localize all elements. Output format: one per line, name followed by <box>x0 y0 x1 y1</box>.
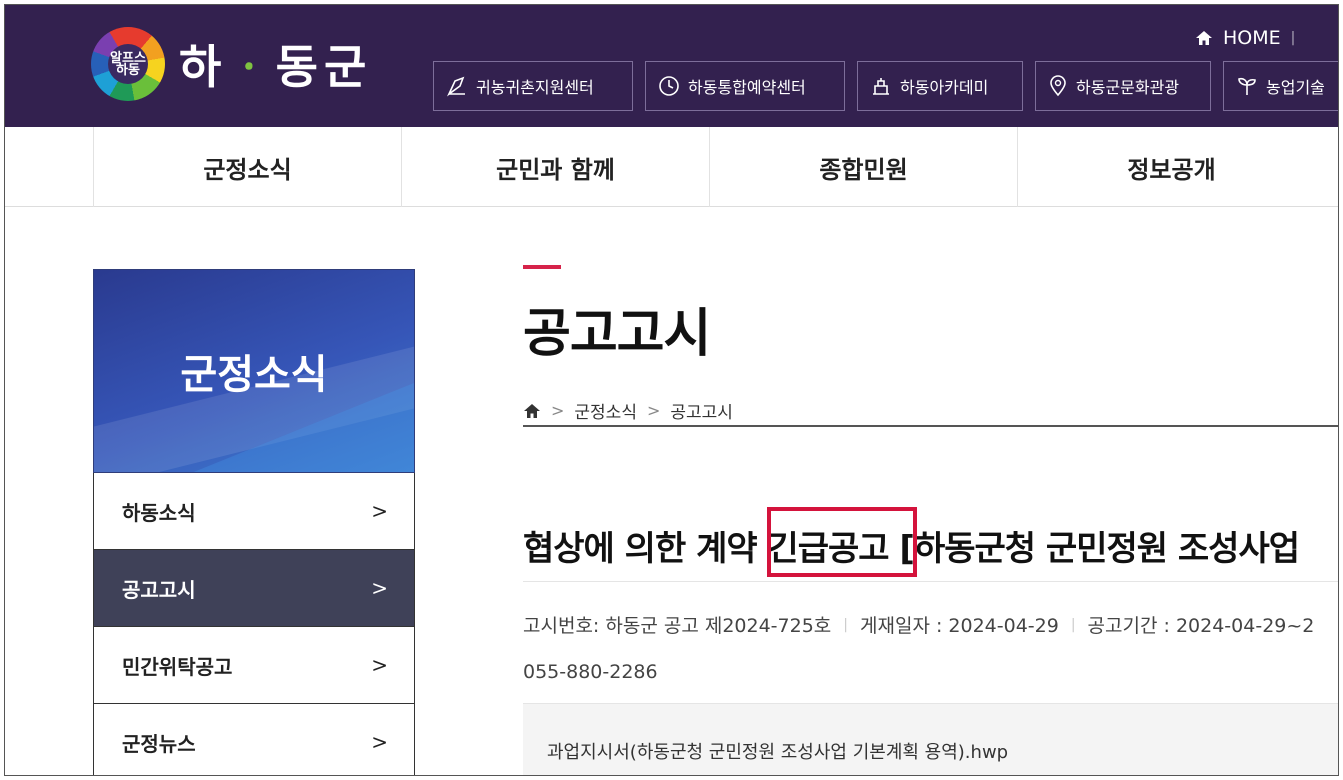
quick-link-label: 귀농귀촌지원센터 <box>476 78 594 97</box>
highlight-box <box>767 507 917 577</box>
nav-item-with-citizens[interactable]: 군민과 함께 <box>401 127 709 207</box>
sidebar-item-label: 공고고시 <box>122 577 196 602</box>
emblem-icon: 알프스 하동 <box>91 27 165 101</box>
main-navigation: 군정소식 군민과 함께 종합민원 정보공개 <box>5 127 1338 207</box>
sidebar-item-notices[interactable]: 공고고시 > <box>93 550 415 627</box>
divider <box>523 581 1338 582</box>
page-title: 공고고시 <box>523 304 711 364</box>
sidebar: 군정소식 하동소식 > 공고고시 > 민간위탁공고 > 군정뉴스 > <box>93 269 415 775</box>
sidebar-item-hadong-news[interactable]: 하동소식 > <box>93 473 415 550</box>
divider: | <box>1070 616 1076 633</box>
sidebar-item-county-press[interactable]: 군정뉴스 > <box>93 704 415 775</box>
quick-link-label: 농업기술 <box>1266 78 1325 97</box>
quick-link-agri-tech[interactable]: 농업기술 <box>1223 61 1338 111</box>
sidebar-item-label: 민간위탁공고 <box>122 654 233 679</box>
home-icon[interactable] <box>523 403 541 419</box>
quick-link-label: 하동아카데미 <box>900 78 989 97</box>
chevron-right-icon: > <box>371 576 388 600</box>
breadcrumb-item[interactable]: 군정소식 <box>574 398 637 423</box>
sidebar-title: 군정소식 <box>180 352 328 398</box>
breadcrumb-item[interactable]: 공고고시 <box>670 398 733 423</box>
site-logo[interactable]: 알프스 하동 하ㆍ동군 <box>91 27 372 101</box>
attachment-link[interactable]: 과업지시서(하동군청 군민정원 조성사업 기본계획 용역).hwp <box>547 742 1008 763</box>
nav-item-civil-service[interactable]: 종합민원 <box>709 127 1017 207</box>
divider <box>523 425 1338 427</box>
quick-link-label: 하동통합예약센터 <box>688 78 806 97</box>
post-meta: 고시번호: 하동군 공고 제2024-725호 | 게재일자 : 2024-04… <box>523 611 1314 638</box>
breadcrumb: > 군정소식 > 공고고시 <box>523 398 1338 423</box>
nav-item-information[interactable]: 정보공개 <box>1017 127 1325 207</box>
quick-link-academy[interactable]: 하동아카데미 <box>857 61 1023 111</box>
contact-phone: 055-880-2286 <box>523 661 658 683</box>
quick-link-return-farm[interactable]: 귀농귀촌지원센터 <box>433 61 633 111</box>
logo-wordmark: 하ㆍ동군 <box>179 40 373 94</box>
divider: | <box>1290 30 1296 46</box>
post-title: 협상에 의한 계약 긴급공고 [하동군청 군민정원 조성사업 <box>523 529 1300 569</box>
quick-link-label: 하동군문화관광 <box>1076 78 1180 97</box>
divider: | <box>843 616 848 633</box>
sprout-icon <box>1238 77 1256 95</box>
chevron-right-icon: > <box>646 401 661 420</box>
chevron-right-icon: > <box>371 653 388 677</box>
quick-link-culture-tour[interactable]: 하동군문화관광 <box>1035 61 1211 111</box>
map-pin-icon <box>1050 75 1066 97</box>
quick-link-reservation[interactable]: 하동통합예약센터 <box>645 61 845 111</box>
notice-number: 고시번호: 하동군 공고 제2024-725호 <box>523 615 832 637</box>
top-header: 알프스 하동 하ㆍ동군 HOME | 귀농귀촌지원센터 하동통합예약센터 하동아카… <box>5 5 1338 127</box>
notice-period: 공고기간 : 2024-04-29~2 <box>1087 615 1315 637</box>
emblem-text: 알프스 하동 <box>110 51 146 78</box>
home-label: HOME <box>1223 27 1281 49</box>
chevron-right-icon: > <box>551 401 565 420</box>
title-accent-bar <box>523 265 561 269</box>
chevron-right-icon: > <box>371 499 388 523</box>
sidebar-header: 군정소식 <box>93 269 415 473</box>
sidebar-item-private-consignment[interactable]: 민간위탁공고 > <box>93 627 415 704</box>
sidebar-item-label: 하동소식 <box>122 500 196 525</box>
post-date: 게재일자 : 2024-04-29 <box>860 615 1059 637</box>
sidebar-item-label: 군정뉴스 <box>122 731 196 756</box>
home-icon <box>1196 31 1212 45</box>
main-content: 공고고시 > 군정소식 > 공고고시 협상에 의한 계약 긴급공고 [하동군청 … <box>523 265 1338 775</box>
building-icon <box>873 78 889 95</box>
home-link[interactable]: HOME | <box>1195 27 1295 49</box>
browser-frame: 알프스 하동 하ㆍ동군 HOME | 귀농귀촌지원센터 하동통합예약센터 하동아카… <box>4 4 1339 776</box>
pen-icon <box>446 76 465 97</box>
attachment-box: 과업지시서(하동군청 군민정원 조성사업 기본계획 용역).hwp <box>523 703 1338 775</box>
nav-item-county-news[interactable]: 군정소식 <box>93 127 401 207</box>
clock-icon <box>659 76 679 96</box>
chevron-right-icon: > <box>371 730 388 754</box>
